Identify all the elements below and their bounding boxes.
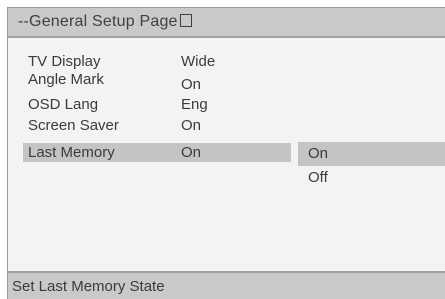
menu-item-label: Last Memory [28,144,115,161]
page-title-text: --General Setup Page [18,13,178,30]
option-off[interactable]: Off [298,166,445,190]
menu-item-value: On [181,144,202,161]
menu-item-label: Angle Mark [28,71,104,88]
setup-screen: --General Setup Page TV Display Wide Ang… [7,7,445,299]
option-label: On [308,145,329,162]
menu-item-value: On [181,117,202,134]
option-label: Off [308,169,328,186]
menu-item-label: OSD Lang [28,96,99,113]
title-box-icon [179,14,192,27]
menu-item-last-memory[interactable]: Last Memory On [23,143,291,162]
status-bar: Set Last Memory State [8,271,445,299]
menu-item-value: Eng [181,96,208,113]
menu-item-value: On [181,76,202,93]
option-on[interactable]: On [298,142,445,166]
menu-item-value: Wide [181,53,216,70]
header-bar: --General Setup Page [8,8,445,38]
menu-item-label: TV Display [28,53,101,70]
option-list: On Off [298,142,445,190]
status-text: Set Last Memory State [12,278,165,295]
page-title: --General Setup Page [18,13,192,31]
menu-item-label: Screen Saver [28,117,119,134]
